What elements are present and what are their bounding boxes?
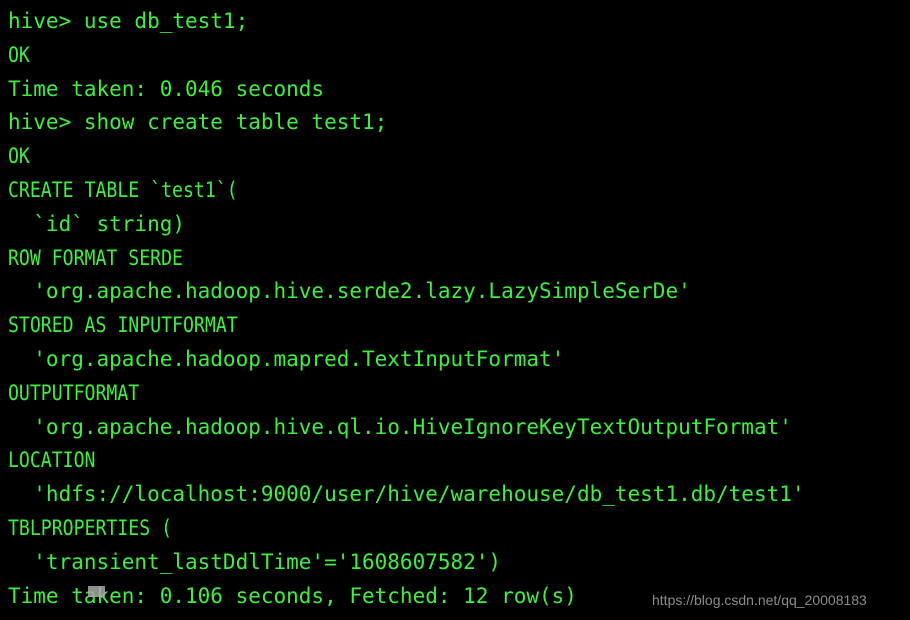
terminal-line: TBLPROPERTIES ( (8, 516, 173, 540)
terminal-line: `id` string) (8, 211, 186, 236)
terminal-line: CREATE TABLE `test1`( (8, 178, 238, 202)
terminal-cursor (88, 586, 105, 598)
terminal-line: 'transient_lastDdlTime'='1608607582') (8, 549, 502, 574)
terminal-line: hive> show create table test1; (8, 110, 388, 135)
terminal-line: OUTPUTFORMAT (8, 380, 140, 405)
terminal-line: 'org.apache.hadoop.hive.serde2.lazy.Lazy… (8, 279, 691, 304)
terminal-line: STORED AS INPUTFORMAT (8, 313, 238, 338)
terminal-line: Time taken: 0.046 seconds (8, 76, 325, 101)
terminal-line: 'org.apache.hadoop.mapred.TextInputForma… (8, 347, 565, 371)
terminal-window[interactable]: hive> use db_test1; OK Time taken: 0.046 s… (0, 0, 910, 620)
terminal-line: OK (8, 144, 30, 169)
terminal-line: 'org.apache.hadoop.hive.ql.io.HiveIgnore… (8, 414, 792, 439)
terminal-line: OK (8, 42, 30, 67)
terminal-line: hive> use db_test1; (8, 9, 249, 33)
watermark-text: https://blog.csdn.net/qq_20008183 (652, 592, 867, 608)
terminal-line: 'hdfs://localhost:9000/user/hive/warehou… (8, 482, 805, 507)
terminal-line: LOCATION (8, 448, 96, 473)
terminal-line: ROW FORMAT SERDE (8, 245, 183, 270)
